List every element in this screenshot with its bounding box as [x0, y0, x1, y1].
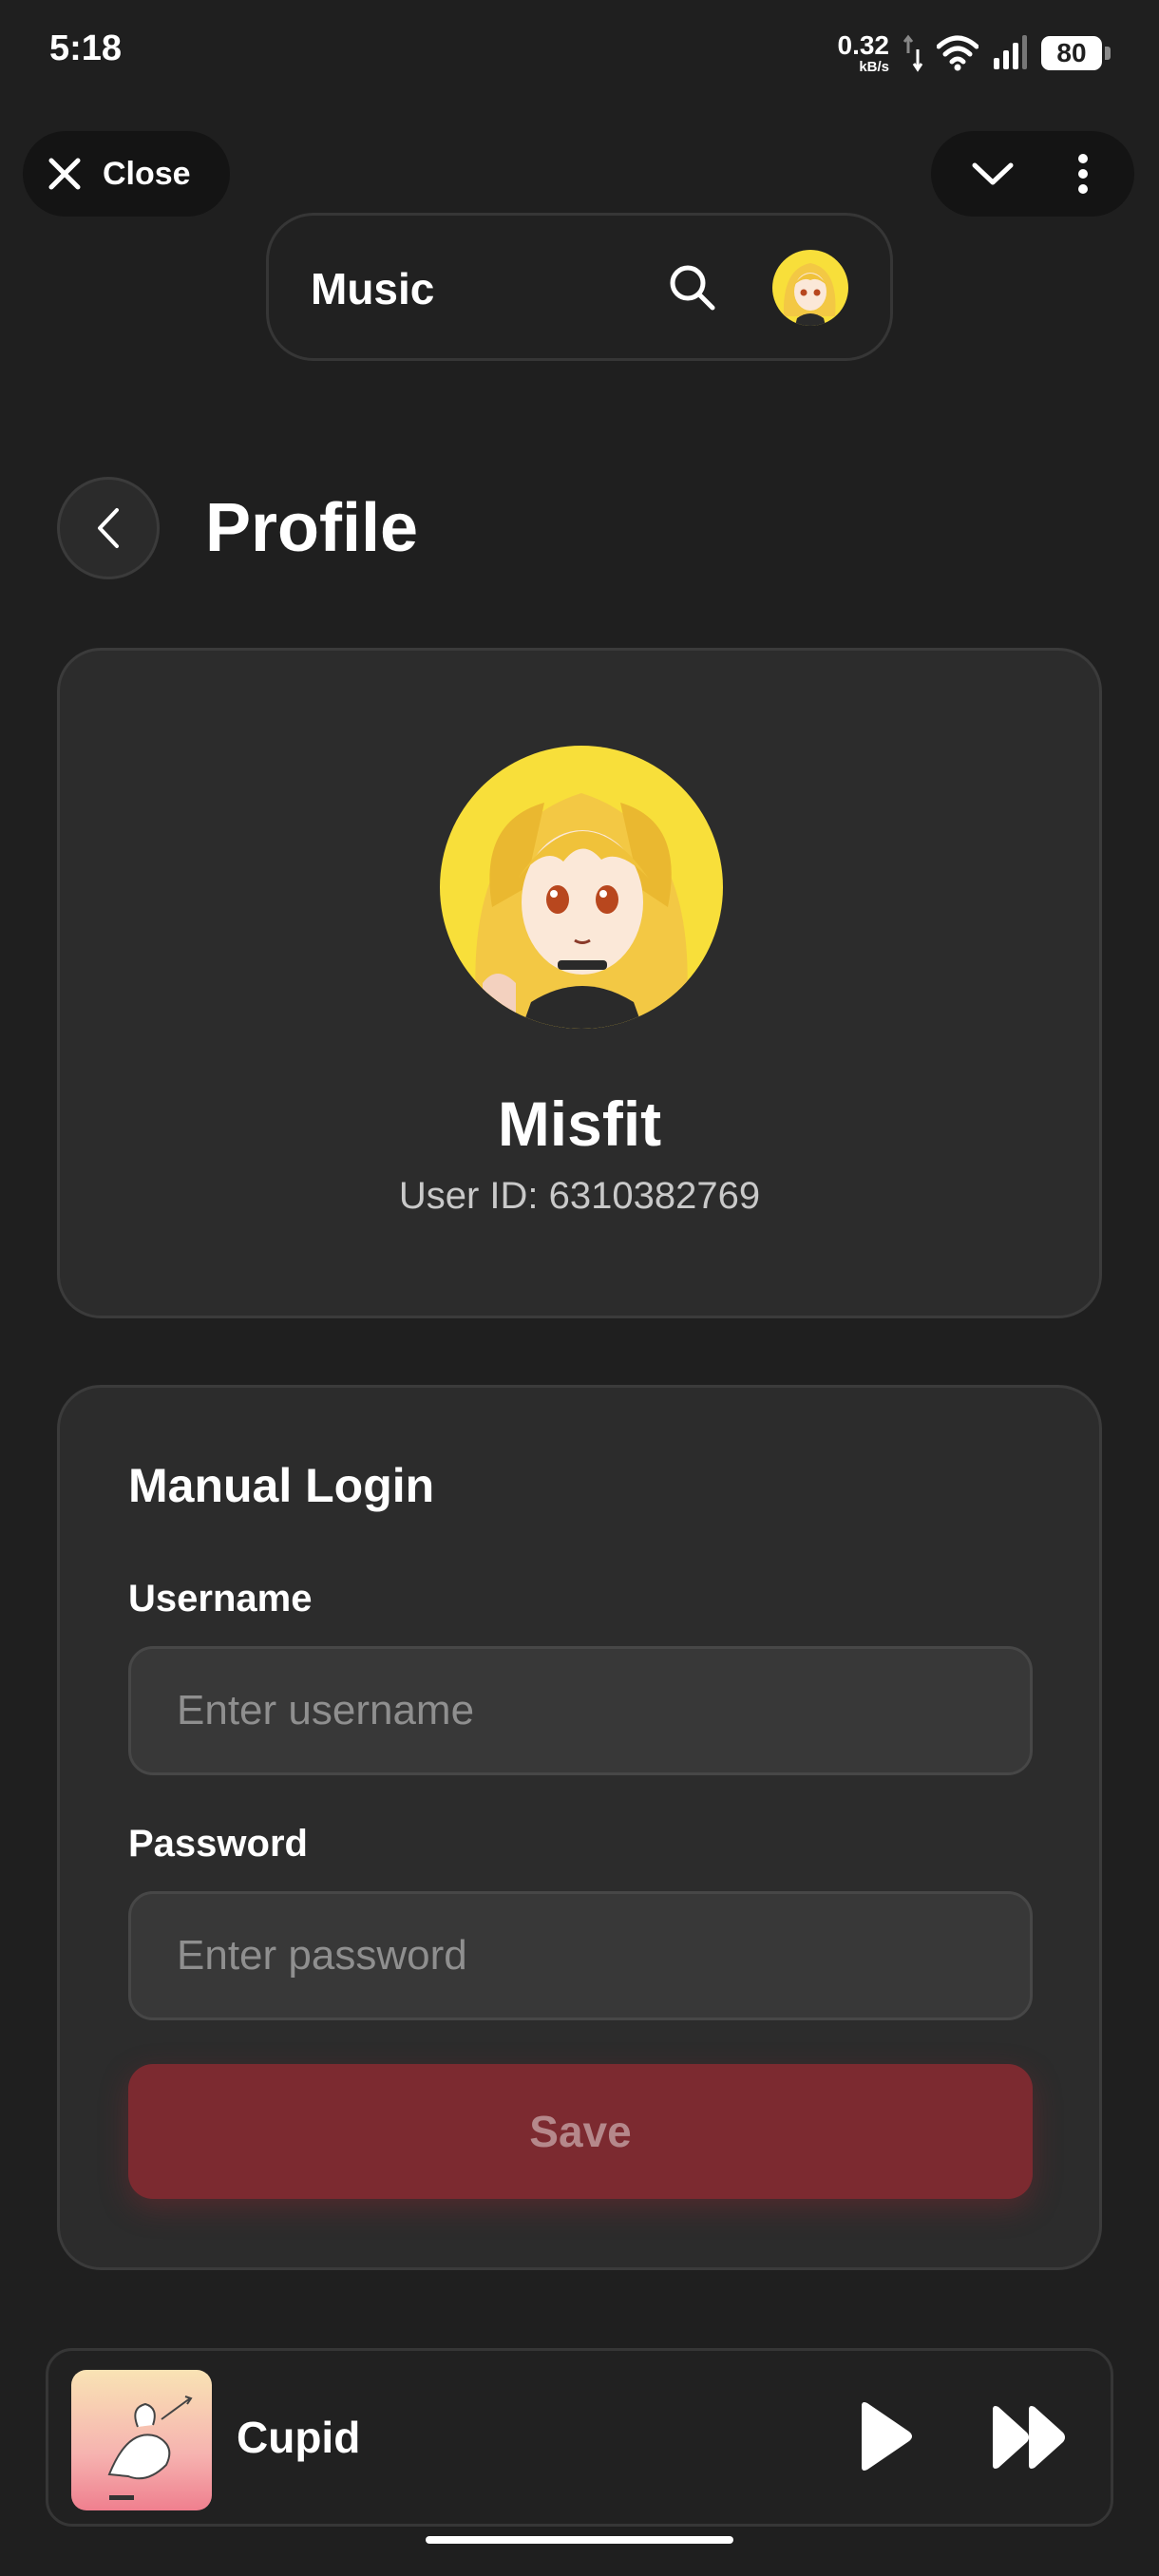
- back-icon: [98, 508, 119, 548]
- close-button[interactable]: Close: [23, 131, 230, 217]
- album-art: [71, 2370, 212, 2510]
- app-title: Music: [311, 264, 435, 313]
- album-art-image: [71, 2370, 212, 2510]
- close-icon: [48, 158, 81, 190]
- search-icon: [670, 265, 715, 311]
- search-button[interactable]: [668, 263, 717, 317]
- home-indicator: [426, 2536, 733, 2544]
- skip-next-button[interactable]: [989, 2404, 1069, 2475]
- track-title: Cupid: [237, 2413, 361, 2462]
- profile-name: Misfit: [497, 1089, 662, 1159]
- close-label: Close: [103, 155, 191, 192]
- network-speed-value: 0.32: [837, 30, 890, 60]
- manual-login-title: Manual Login: [128, 1459, 435, 1512]
- status-time: 5:18: [49, 28, 123, 68]
- collapse-button[interactable]: [960, 141, 1026, 207]
- chevron-down-icon: [972, 162, 1013, 185]
- username-label: Username: [128, 1578, 313, 1619]
- header-avatar[interactable]: [772, 250, 848, 326]
- username-input[interactable]: [128, 1646, 1033, 1775]
- profile-avatar: [440, 746, 723, 1029]
- mini-player[interactable]: Cupid: [46, 2348, 1113, 2527]
- app-header: Music: [266, 213, 893, 361]
- window-controls: [931, 131, 1134, 217]
- signal-icon: [994, 35, 1027, 69]
- play-icon: [862, 2402, 912, 2471]
- password-input[interactable]: [128, 1891, 1033, 2020]
- password-label: Password: [128, 1823, 308, 1865]
- manual-login-card: Manual Login Username Password Save: [57, 1385, 1102, 2270]
- status-icons: 0.32 kB/s 80: [837, 28, 1111, 78]
- skip-next-icon: [993, 2406, 1065, 2469]
- wifi-icon: [937, 35, 978, 71]
- battery-icon: 80: [1041, 36, 1111, 70]
- avatar-image: [772, 250, 848, 326]
- back-button[interactable]: [57, 477, 160, 579]
- profile-user-id: User ID: 6310382769: [398, 1175, 761, 1217]
- profile-card: Misfit User ID: 6310382769: [57, 648, 1102, 1318]
- network-speed: 0.32 kB/s: [837, 30, 890, 75]
- network-speed-unit: kB/s: [859, 59, 889, 75]
- save-button[interactable]: Save: [128, 2064, 1033, 2199]
- avatar-image: [440, 746, 723, 1029]
- more-options-button[interactable]: [1059, 141, 1107, 207]
- data-transfer-icon: [902, 34, 923, 72]
- page-title: Profile: [205, 490, 419, 566]
- play-button[interactable]: [854, 2400, 915, 2477]
- more-vert-icon: [1077, 154, 1088, 194]
